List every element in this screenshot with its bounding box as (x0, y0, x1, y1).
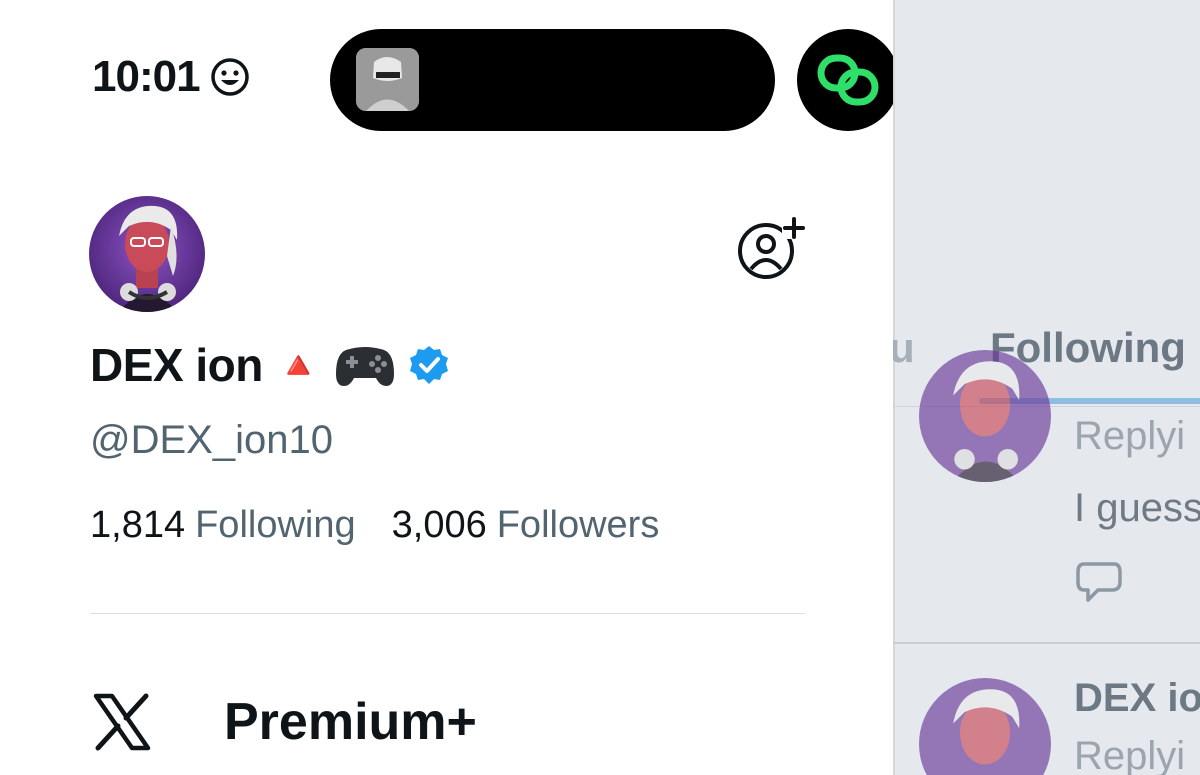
post-divider (893, 642, 1200, 644)
game-controller-emoji (334, 340, 396, 390)
now-playing-art-icon (356, 48, 419, 111)
game-controller-icon (335, 347, 394, 386)
reply-icon[interactable] (1076, 560, 1122, 602)
following-label: Following (195, 504, 356, 546)
post-avatar[interactable] (919, 350, 1051, 482)
threads-icon (817, 54, 879, 106)
add-account-icon[interactable] (736, 213, 806, 283)
display-name-text: DEX ion (90, 339, 263, 391)
verified-badge-icon[interactable] (408, 344, 450, 386)
threads-status-badge[interactable] (797, 29, 899, 131)
dynamic-island[interactable] (330, 29, 775, 131)
profile-avatar[interactable] (89, 196, 205, 312)
post-reply-context[interactable]: Replyi (1074, 734, 1185, 775)
followers-label: Followers (496, 504, 660, 546)
clock-text: 10:01 (92, 52, 201, 101)
avatar-portrait-icon (919, 678, 1051, 775)
following-stat[interactable]: 1,814 Following (90, 504, 356, 547)
following-count: 1,814 (90, 504, 186, 546)
post-author-name[interactable]: DEX io (1074, 676, 1200, 721)
drawer-edge-shadow (893, 0, 895, 775)
post-avatar[interactable] (919, 678, 1051, 775)
followers-count: 3,006 (391, 504, 487, 546)
x-logo-icon (93, 693, 151, 751)
profile-handle[interactable]: @DEX_ion10 (90, 418, 333, 463)
profile-display-name[interactable]: DEX ion 🔺 (90, 338, 450, 392)
drawer-divider (90, 613, 805, 614)
followers-stat[interactable]: 3,006 Followers (392, 504, 660, 547)
profile-stats: 1,814 Following 3,006 Followers (90, 504, 659, 547)
smiley-face-icon (210, 58, 249, 96)
now-playing-thumbnail[interactable] (356, 48, 419, 111)
red-triangle-emoji: 🔺 (274, 342, 322, 387)
timeline-overlay[interactable]: u Following Replyi I guess DEX io Replyi (893, 0, 1200, 775)
menu-item-label: Premium+ (224, 693, 477, 751)
tab-for-you[interactable]: u (893, 324, 915, 372)
post-reply-context[interactable]: Replyi (1074, 414, 1185, 459)
avatar-portrait-icon (919, 350, 1051, 482)
status-time: 10:01 (92, 52, 250, 102)
post-text[interactable]: I guess (1074, 486, 1200, 531)
avatar-portrait-icon (89, 196, 205, 312)
menu-item-premium-plus[interactable]: Premium+ (90, 690, 477, 754)
